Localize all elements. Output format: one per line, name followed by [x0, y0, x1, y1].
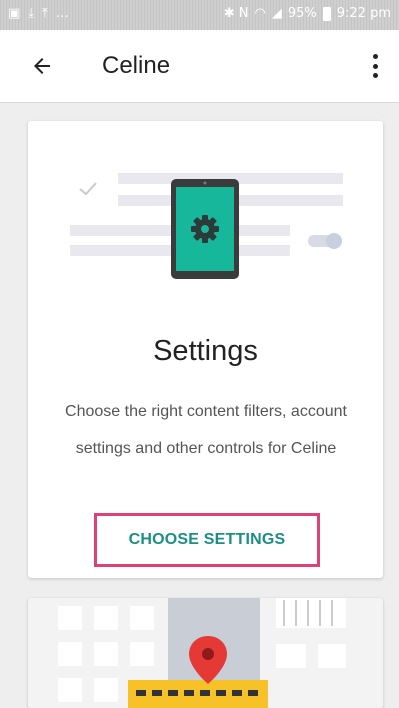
settings-card: Settings Choose the right content filter…	[28, 121, 383, 578]
toggle-knob	[326, 233, 342, 249]
map-block	[276, 644, 306, 668]
cell-signal-icon: ◢	[271, 6, 282, 21]
choose-settings-button[interactable]: CHOOSE SETTINGS	[94, 513, 320, 567]
wifi-icon: ◠	[254, 6, 266, 21]
app-title: Celine	[102, 52, 171, 79]
download-icon: ⤓	[28, 6, 35, 21]
status-notifications: ▣ ⤓ ⤒ …	[8, 6, 69, 22]
card-title: Settings	[153, 335, 258, 367]
more-options-button[interactable]	[365, 52, 385, 80]
map-label-band	[128, 680, 268, 708]
gear-icon	[191, 215, 219, 243]
check-icon	[79, 182, 97, 196]
map-block	[318, 644, 346, 668]
back-arrow-icon	[34, 58, 50, 74]
more-vert-dot	[372, 63, 378, 69]
upload-icon: ⤒	[42, 6, 48, 21]
more-vert-dot	[372, 73, 378, 78]
battery-icon	[322, 7, 331, 21]
back-button[interactable]	[26, 50, 58, 82]
map-block	[276, 598, 346, 628]
map-illustration	[28, 598, 383, 708]
signal-icons: ✱ N	[223, 6, 249, 21]
more-notifications-icon: …	[55, 6, 69, 21]
phone-camera	[203, 181, 207, 185]
clock: 9:22 pm	[336, 6, 391, 21]
more-vert-icon	[372, 54, 378, 59]
status-system: ✱ N ◠ ◢ 95% 9:22 pm	[224, 6, 391, 22]
settings-illustration	[70, 173, 343, 279]
card-description: Choose the right content filters, accoun…	[65, 403, 347, 457]
choose-settings-label: CHOOSE SETTINGS	[128, 531, 286, 548]
battery-percent: 95%	[287, 6, 317, 21]
image-notification-icon: ▣	[8, 6, 21, 21]
status-bar: ▣ ⤓ ⤒ … ✱ N ◠ ◢ 95% 9:22 pm	[0, 0, 399, 30]
app-bar: Celine	[0, 30, 399, 103]
location-card	[28, 598, 383, 708]
